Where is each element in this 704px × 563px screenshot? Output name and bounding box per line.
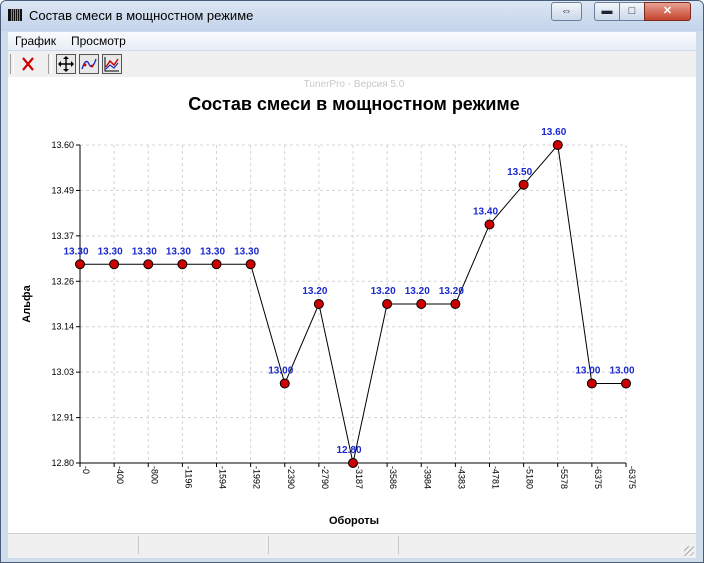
chart-grid [80, 144, 627, 463]
data-point[interactable] [518, 179, 529, 190]
data-label: 13.30 [98, 246, 123, 257]
y-axis-label: Альфа [21, 284, 33, 322]
menu-bar: График Просмотр [8, 32, 696, 50]
x-tick-label: -2790 [320, 466, 330, 489]
red-x-icon [22, 57, 34, 71]
data-point[interactable] [416, 299, 427, 309]
data-label: 13.20 [371, 286, 396, 297]
toolbar-separator [48, 54, 52, 74]
menu-item-graph[interactable]: График [15, 34, 56, 48]
window-title: Состав смеси в мощностном режиме [29, 8, 254, 23]
maximize-button[interactable]: □ [619, 2, 645, 21]
x-tick-label: -5578 [559, 466, 569, 489]
plot-area: 12.80 12.91 13.03 13.14 13.26 13.37 13.49 13.60… [8, 77, 696, 533]
y-tick-label: 13.26 [51, 276, 74, 286]
x-tick-label: -3187 [354, 466, 364, 489]
move-tool-button[interactable] [56, 54, 76, 74]
status-cell [138, 536, 269, 554]
y-tick-label: 12.80 [51, 458, 74, 468]
resize-arrows-button[interactable]: ⇔ [551, 2, 582, 21]
data-label: 13.20 [439, 286, 464, 297]
data-point[interactable] [313, 299, 324, 309]
data-label: 13.40 [473, 207, 498, 218]
y-tick-label: 13.49 [51, 185, 74, 195]
x-tick-label: -1196 [183, 466, 193, 488]
data-point[interactable] [109, 259, 120, 270]
y-tick-label: 13.14 [51, 322, 74, 332]
y-tick-label: 13.37 [51, 231, 74, 241]
x-tick-label: -0 [81, 466, 91, 474]
data-point[interactable] [279, 378, 290, 389]
data-point[interactable] [552, 140, 563, 150]
data-point[interactable] [348, 458, 358, 468]
y-tick-label: 12.91 [51, 413, 74, 423]
x-axis-label: Обороты [329, 515, 379, 527]
data-point[interactable] [586, 378, 597, 389]
chart-ticks: 12.80 12.91 13.03 13.14 13.26 13.37 13.49 13.60… [51, 140, 637, 489]
data-label: 13.60 [541, 127, 566, 138]
data-point[interactable] [621, 378, 631, 389]
data-label: 13.00 [268, 366, 293, 377]
data-label: 12.80 [336, 445, 361, 456]
data-label: 13.00 [609, 366, 634, 377]
data-label: 13.00 [575, 366, 600, 377]
data-label: 13.30 [63, 246, 88, 257]
data-label: 13.50 [507, 167, 532, 178]
data-point[interactable] [75, 259, 85, 270]
x-tick-label: -6375 [593, 466, 603, 489]
x-tick-label: -3984 [422, 466, 432, 489]
x-tick-label: -1992 [252, 466, 262, 489]
x-tick-label: -2390 [286, 466, 296, 489]
data-point[interactable] [245, 259, 256, 270]
toolbar [8, 51, 696, 78]
data-label: 13.30 [166, 246, 191, 257]
app-icon [8, 9, 22, 21]
data-label: 13.20 [405, 286, 430, 297]
title-bar[interactable]: Состав смеси в мощностном режиме ⇔ ▬ □ ✕ [1, 1, 703, 31]
chart-icon [104, 57, 119, 72]
close-chart-button[interactable] [18, 54, 38, 74]
menu-item-view[interactable]: Просмотр [71, 34, 126, 48]
watermark: TunerPro - Версия 5.0 [304, 79, 405, 90]
status-cell [8, 536, 139, 554]
x-tick-label: -6375 [627, 466, 637, 489]
curve-icon [81, 58, 97, 70]
move-arrows-icon [58, 56, 74, 72]
series-data-labels: 13.30 13.30 13.30 13.30 13.30 13.30 13.00 13.20… [63, 127, 634, 456]
line-chart[interactable]: 12.80 12.91 13.03 13.14 13.26 13.37 13.49 13.60… [8, 77, 696, 533]
x-tick-label: -400 [115, 466, 125, 484]
app-window: Состав смеси в мощностном режиме ⇔ ▬ □ ✕… [0, 0, 704, 563]
data-point[interactable] [177, 259, 188, 270]
x-tick-label: -1594 [218, 466, 228, 489]
data-point[interactable] [211, 259, 222, 270]
data-label: 13.30 [200, 246, 225, 257]
resize-grip[interactable] [684, 546, 694, 556]
y-tick-label: 13.60 [51, 140, 74, 150]
x-tick-label: -4383 [456, 466, 466, 489]
curve-tool-button[interactable] [79, 54, 99, 74]
status-cell [268, 536, 399, 554]
data-label: 13.30 [234, 246, 259, 257]
data-label: 13.20 [302, 286, 327, 297]
chart-tool-button[interactable] [102, 54, 122, 74]
x-tick-label: -5180 [525, 466, 535, 489]
data-point[interactable] [484, 219, 495, 230]
x-tick-label: -3586 [388, 466, 398, 489]
chart-title: Состав смеси в мощностном режиме [188, 94, 520, 114]
data-point[interactable] [143, 259, 154, 270]
minimize-button[interactable]: ▬ [594, 2, 620, 21]
y-tick-label: 13.03 [51, 367, 74, 377]
data-point[interactable] [382, 299, 393, 309]
close-window-button[interactable]: ✕ [644, 2, 691, 21]
data-point[interactable] [450, 299, 461, 309]
toolbar-separator [10, 54, 14, 74]
x-tick-label: -4781 [491, 466, 501, 489]
x-tick-label: -800 [149, 466, 159, 484]
data-label: 13.30 [132, 246, 157, 257]
status-bar [8, 533, 696, 558]
